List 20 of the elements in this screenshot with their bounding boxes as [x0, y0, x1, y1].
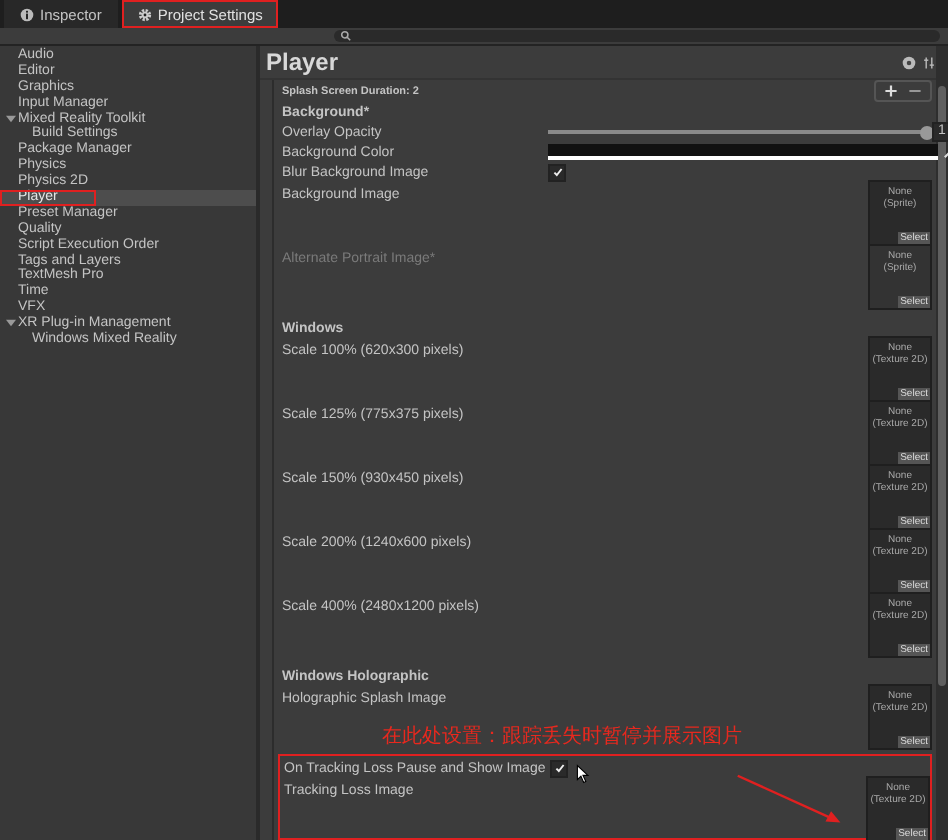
plus-minus-control[interactable]: [874, 80, 932, 102]
slider[interactable]: [548, 124, 928, 140]
scrollbar[interactable]: [938, 86, 946, 686]
caret-icon[interactable]: [6, 318, 16, 329]
checkbox[interactable]: [550, 759, 568, 777]
panel-title: Player: [266, 48, 339, 76]
caret-icon[interactable]: [6, 113, 16, 124]
plus-icon[interactable]: [884, 84, 898, 98]
gear-icon: [137, 7, 152, 21]
color-field[interactable]: [548, 144, 938, 160]
minus-icon[interactable]: [908, 84, 922, 98]
cursor-icon: [576, 764, 590, 784]
search-field[interactable]: [334, 30, 940, 42]
search-icon: [340, 30, 352, 42]
highlight-frame: [0, 190, 96, 206]
help-icon[interactable]: [902, 55, 916, 69]
annotation-text: 在此处设置：跟踪丢失时暂停并展示图片: [382, 726, 742, 750]
checkbox[interactable]: [548, 163, 566, 181]
settings-icon[interactable]: [922, 55, 936, 69]
info-icon: [20, 7, 34, 21]
